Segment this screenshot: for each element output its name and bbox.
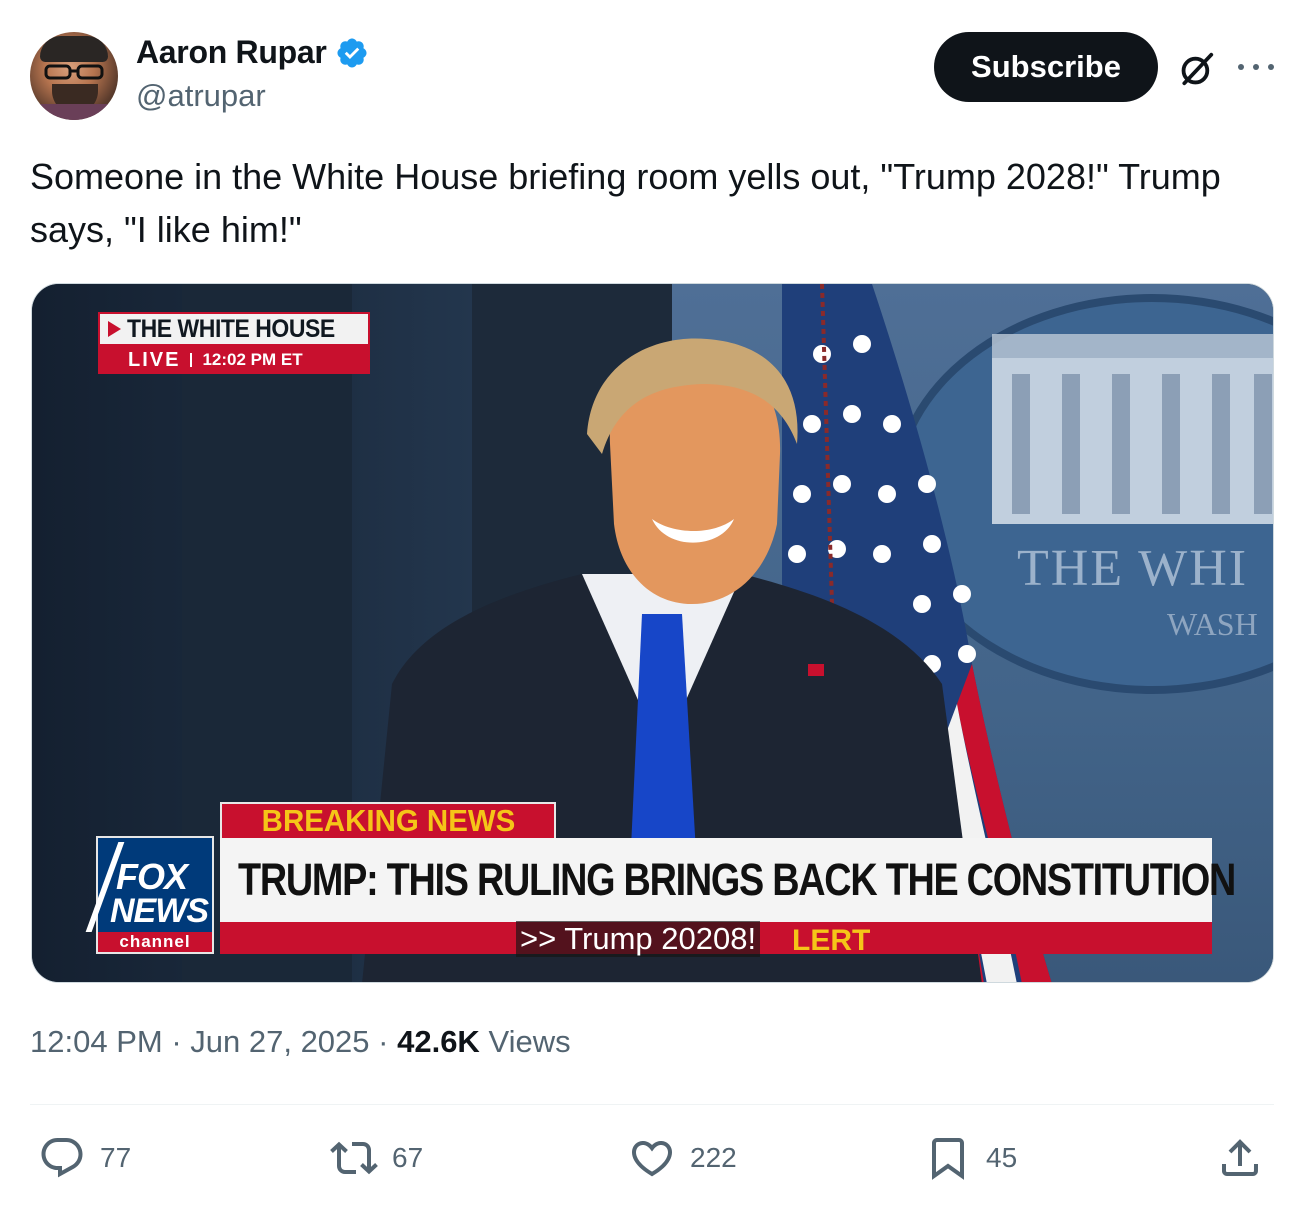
repost-button[interactable]: 67 [330, 1130, 423, 1186]
seal-subtext: WASH [1167, 606, 1258, 642]
breaking-news-label: BREAKING NEWS [261, 803, 515, 838]
share-icon [1222, 1139, 1258, 1176]
meta-separator: · [378, 1024, 398, 1059]
avatar-glasses [44, 64, 104, 80]
share-button[interactable] [1216, 1130, 1264, 1186]
more-icon[interactable] [1238, 60, 1274, 74]
live-separator [190, 353, 193, 367]
tweet-meta: 12:04 PM · Jun 27, 2025 · 42.6K Views [30, 1024, 571, 1060]
fox-logo-channel: channel [98, 932, 212, 952]
grok-icon[interactable] [1178, 50, 1216, 88]
bookmark-icon [932, 1138, 964, 1180]
views-count: 42.6K [397, 1024, 480, 1059]
breaking-news-banner: BREAKING NEWS [220, 802, 556, 838]
live-bug-status-bar: LIVE 12:02 PM ET [98, 346, 370, 374]
meta-separator: · [171, 1024, 191, 1059]
video-player[interactable]: THE WHI WASH THE WHITE HOUSE LIVE 12:02 … [31, 283, 1274, 983]
views-label: Views [488, 1024, 571, 1059]
reply-icon [41, 1138, 83, 1178]
live-bug-title-bar: THE WHITE HOUSE [98, 312, 370, 346]
reply-button[interactable]: 77 [38, 1130, 131, 1186]
tweet-time[interactable]: 12:04 PM [30, 1024, 163, 1059]
verified-badge-icon[interactable] [335, 36, 369, 70]
live-label: LIVE [128, 348, 181, 371]
news-headline-bar: TRUMP: THIS RULING BRINGS BACK THE CONST… [220, 838, 1236, 922]
fox-news-logo: FOX NEWS channel [85, 836, 214, 954]
like-count: 222 [690, 1142, 737, 1173]
like-button[interactable]: 222 [628, 1130, 737, 1186]
author-name-row: Aaron Rupar [136, 34, 369, 71]
live-bug-title: THE WHITE HOUSE [127, 314, 335, 343]
author-name[interactable]: Aaron Rupar [136, 34, 327, 71]
action-bar: 77 67 222 45 [30, 1130, 1274, 1186]
tweet-text: Someone in the White House briefing room… [30, 156, 1221, 250]
video-caption: >> Trump 20208! [516, 921, 761, 957]
tweet-date[interactable]: Jun 27, 2025 [190, 1024, 369, 1059]
play-triangle-icon [108, 321, 121, 337]
news-headline: TRUMP: THIS RULING BRINGS BACK THE CONST… [238, 854, 1236, 905]
live-time: 12:02 PM ET [202, 350, 303, 369]
alert-ticker-text: LERT [792, 924, 871, 957]
author-handle[interactable]: @atrupar [136, 78, 266, 114]
like-icon [631, 1141, 673, 1177]
repost-count: 67 [392, 1142, 424, 1173]
reply-count: 77 [100, 1142, 132, 1173]
bookmark-count: 45 [986, 1142, 1018, 1173]
fox-logo-news: NEWS [110, 892, 209, 930]
avatar-hair [40, 36, 108, 62]
avatar-shirt [30, 104, 118, 120]
avatar[interactable] [30, 32, 118, 120]
tweet-header: Aaron Rupar @atrupar Subscribe [30, 30, 1274, 120]
divider [30, 1104, 1274, 1105]
repost-icon [330, 1141, 378, 1175]
live-bug: THE WHITE HOUSE LIVE 12:02 PM ET [98, 312, 370, 374]
bookmark-button[interactable]: 45 [924, 1130, 1017, 1186]
subscribe-button[interactable]: Subscribe [934, 32, 1158, 102]
